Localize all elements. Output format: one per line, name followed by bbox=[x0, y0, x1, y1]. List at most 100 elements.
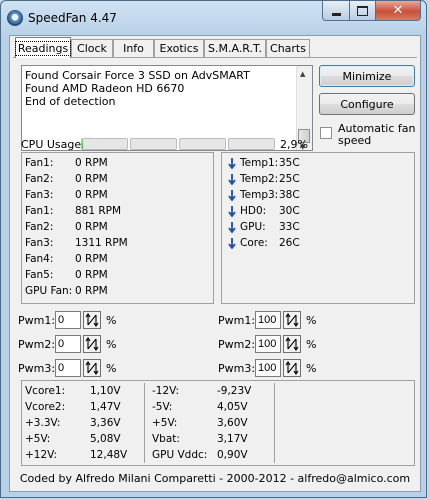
tab-info[interactable]: Info bbox=[113, 39, 154, 57]
voltage-row: -12V: -9,23V bbox=[152, 385, 251, 397]
voltage-name: Vbat: bbox=[152, 433, 180, 445]
fan-speeds-panel: Fan1: 0 RPM Fan2: 0 RPM Fan3: 0 RPM Fan1: 88… bbox=[21, 152, 214, 304]
minimize-icon bbox=[331, 12, 341, 16]
fan-name: Fan2: bbox=[25, 221, 54, 233]
voltage-name: Vcore2: bbox=[25, 401, 66, 413]
window-maximize-button[interactable] bbox=[349, 1, 376, 21]
pwm1-label: Pwm1: bbox=[18, 314, 56, 327]
pwm2-right-label: Pwm2: bbox=[218, 338, 256, 351]
pwm2-spinner[interactable] bbox=[83, 335, 101, 353]
pwm3-right-label: Pwm3: bbox=[218, 362, 256, 375]
cpu-core-bar bbox=[228, 138, 275, 150]
temperatures-panel: Temp1: 35C Temp2: 25C Temp3: 38C HD0: 30C GP… bbox=[221, 152, 415, 304]
pwm1-spinner[interactable] bbox=[83, 311, 101, 329]
tab-clock[interactable]: Clock bbox=[71, 39, 113, 57]
window-minimize-button[interactable] bbox=[322, 1, 350, 21]
voltage-row: +12V: 12,48V bbox=[25, 449, 127, 461]
fan-name: Fan5: bbox=[25, 269, 54, 281]
fan-name: Fan2: bbox=[25, 173, 54, 185]
fan-row: Fan1: 0 RPM bbox=[25, 157, 108, 169]
fan-name: Fan3: bbox=[25, 189, 54, 201]
tab-label: Clock bbox=[77, 42, 107, 55]
voltage-row: GPU Vddc: 0,90V bbox=[152, 449, 248, 461]
fan-row: Fan4: 0 RPM bbox=[25, 253, 108, 265]
pwm2-input[interactable] bbox=[55, 335, 81, 353]
temp-value: 26C bbox=[279, 237, 300, 249]
temp-name: Temp2: bbox=[240, 173, 279, 185]
arrow-down-icon bbox=[228, 206, 236, 217]
pwm3-right-unit: % bbox=[306, 362, 317, 375]
minimize-button[interactable]: Minimize bbox=[319, 65, 415, 87]
window-close-button[interactable]: ✕ bbox=[375, 1, 421, 21]
temp-name: Temp1: bbox=[240, 157, 279, 169]
spinner-arrows-icon bbox=[285, 312, 299, 328]
fan-row: Fan1: 881 RPM bbox=[25, 205, 121, 217]
tab-exotics[interactable]: Exotics bbox=[154, 39, 204, 57]
fan-value: 0 RPM bbox=[75, 173, 108, 185]
voltage-value: -9,23V bbox=[217, 385, 252, 397]
voltage-name: -5V: bbox=[152, 401, 173, 413]
pwm3-right-spinner[interactable] bbox=[283, 359, 301, 377]
spinner-arrows-icon bbox=[285, 336, 299, 352]
arrow-down-icon bbox=[228, 222, 236, 233]
tab-charts[interactable]: Charts bbox=[266, 39, 310, 57]
pwm3-unit: % bbox=[106, 362, 117, 375]
configure-button[interactable]: Configure bbox=[319, 93, 415, 115]
tab-readings[interactable]: Readings bbox=[14, 37, 72, 58]
arrow-down-icon bbox=[228, 238, 236, 249]
maximize-icon bbox=[357, 5, 368, 16]
temp-name: Temp3: bbox=[240, 189, 279, 201]
fan-row: Fan2: 0 RPM bbox=[25, 173, 108, 185]
fan-row: GPU Fan: 0 RPM bbox=[25, 285, 108, 297]
voltage-value: 1,10V bbox=[90, 385, 121, 397]
fan-row: Fan3: 0 RPM bbox=[25, 189, 108, 201]
automatic-fan-speed-checkbox[interactable] bbox=[320, 127, 332, 139]
pwm1-right-input[interactable] bbox=[255, 311, 281, 329]
footer-credits: Coded by Alfredo Milani Comparetti - 200… bbox=[19, 472, 411, 485]
voltage-name: -12V: bbox=[152, 385, 180, 397]
temp-name: Core: bbox=[240, 237, 268, 249]
close-icon: ✕ bbox=[392, 3, 404, 18]
log-line: Found Corsair Force 3 SSD on AdvSMART bbox=[25, 69, 250, 82]
voltage-value: 3,17V bbox=[217, 433, 248, 445]
fan-value: 0 RPM bbox=[75, 157, 108, 169]
voltage-divider bbox=[144, 383, 145, 463]
pwm3-spinner[interactable] bbox=[83, 359, 101, 377]
log-line: Found AMD Radeon HD 6670 bbox=[25, 82, 185, 95]
voltage-name: +5V: bbox=[25, 433, 51, 445]
fan-name: Fan3: bbox=[25, 237, 54, 249]
fan-name: Fan4: bbox=[25, 253, 54, 265]
tab-smart[interactable]: S.M.A.R.T. bbox=[204, 39, 266, 57]
cpu-core-bar bbox=[81, 138, 128, 150]
voltage-value: 3,60V bbox=[217, 417, 248, 429]
cpu-usage-percent: 2,9% bbox=[280, 138, 308, 151]
speedfan-window: SpeedFan 4.47 ✕ Readings Clock Info Exot… bbox=[0, 0, 427, 498]
fan-row: Fan2: 0 RPM bbox=[25, 221, 108, 233]
voltage-value: 5,08V bbox=[90, 433, 121, 445]
pwm3-right-input[interactable] bbox=[255, 359, 281, 377]
pwm2-unit: % bbox=[106, 338, 117, 351]
scroll-up-icon[interactable]: ▲ bbox=[300, 68, 305, 81]
fan-app-icon bbox=[7, 10, 23, 26]
fan-value: 0 RPM bbox=[75, 189, 108, 201]
pwm2-right-input[interactable] bbox=[255, 335, 281, 353]
temp-name: GPU: bbox=[240, 221, 266, 233]
arrow-down-icon bbox=[228, 174, 236, 185]
pwm2-right-spinner[interactable] bbox=[283, 335, 301, 353]
voltage-row: Vbat: 3,17V bbox=[152, 433, 248, 445]
window-title: SpeedFan 4.47 bbox=[28, 11, 117, 25]
title-bar[interactable]: SpeedFan 4.47 ✕ bbox=[1, 1, 428, 35]
pwm3-input[interactable] bbox=[55, 359, 81, 377]
pwm1-input[interactable] bbox=[55, 311, 81, 329]
voltage-row: +3.3V: 3,36V bbox=[25, 417, 121, 429]
voltage-name: GPU Vddc: bbox=[152, 449, 208, 461]
temp-value: 25C bbox=[279, 173, 300, 185]
fan-name: Fan1: bbox=[25, 205, 54, 217]
arrow-down-icon bbox=[228, 158, 236, 169]
voltage-value: 12,48V bbox=[90, 449, 128, 461]
temp-value: 35C bbox=[279, 157, 300, 169]
pwm1-right-spinner[interactable] bbox=[283, 311, 301, 329]
voltage-name: +5V: bbox=[152, 417, 178, 429]
cpu-core-bar bbox=[130, 138, 177, 150]
tab-label: S.M.A.R.T. bbox=[208, 42, 262, 55]
